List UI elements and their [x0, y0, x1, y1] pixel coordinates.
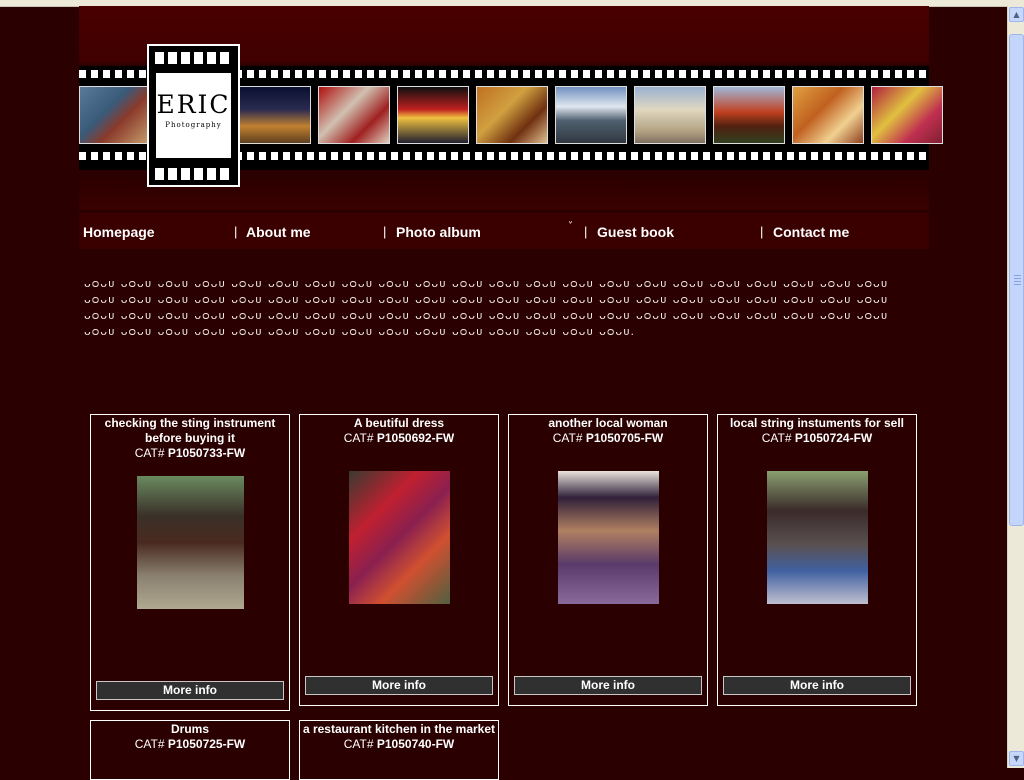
product-cat: CAT# P1050724-FW: [718, 431, 916, 446]
nav-about-me[interactable]: About me: [246, 224, 311, 240]
cat-number: P1050725-FW: [167, 737, 246, 751]
banner-photo-church: [634, 86, 706, 144]
product-card: Drums CAT# P1050725-FW: [90, 720, 290, 780]
more-info-button[interactable]: More info: [305, 676, 493, 695]
more-info-button[interactable]: More info: [96, 681, 284, 700]
banner-photo-prayer-wheels: [79, 86, 151, 144]
product-card: another local woman CAT# P1050705-FW Mor…: [508, 414, 708, 706]
banner-photo-city-lights: [397, 86, 469, 144]
cat-number: P1050692-FW: [376, 431, 455, 445]
cat-prefix: CAT#: [134, 737, 165, 751]
product-title: local string instuments for sell: [729, 416, 905, 430]
product-cat: CAT# P1050725-FW: [91, 737, 289, 752]
grip-line: [1014, 284, 1021, 285]
logo-film-holes-bottom: [155, 168, 232, 180]
product-photo[interactable]: [558, 471, 659, 604]
product-title: A beutiful dress: [353, 416, 445, 430]
scrollbar-thumb[interactable]: [1009, 34, 1024, 526]
product-cat: CAT# P1050692-FW: [300, 431, 498, 446]
nav-contact-me[interactable]: Contact me: [773, 224, 849, 240]
banner-photo-hands: [792, 86, 864, 144]
cat-number: P1050740-FW: [376, 737, 455, 751]
grip-line: [1014, 278, 1021, 279]
banner-photo-mountains: [555, 86, 627, 144]
site-logo[interactable]: Eric Photography: [147, 44, 240, 187]
nav-photo-album[interactable]: Photo album: [396, 224, 481, 240]
product-photo[interactable]: [137, 476, 244, 609]
cat-prefix: CAT#: [761, 431, 792, 445]
product-card: local string instuments for sell CAT# P1…: [717, 414, 917, 706]
nav-separator: |: [760, 224, 764, 239]
logo-name: Eric: [156, 90, 231, 119]
chevron-down-icon[interactable]: ˅: [568, 221, 573, 232]
product-title: a restaurant kitchen in the market: [302, 722, 496, 736]
product-photo[interactable]: [767, 471, 868, 604]
logo-film-holes-top: [155, 52, 232, 64]
more-info-button[interactable]: More info: [723, 676, 911, 695]
banner-photo-pagoda: [713, 86, 785, 144]
main-nav: Homepage | About me | Photo album ˅ | Gu…: [79, 213, 929, 249]
product-card: a restaurant kitchen in the market CAT# …: [299, 720, 499, 780]
site-header: Eric Photography: [79, 6, 943, 210]
intro-text: ᴗᴑᴗᴜ ᴗᴑᴗᴜ ᴗᴑᴗᴜ ᴗᴑᴗᴜ ᴗᴑᴗᴜ ᴗᴑᴗᴜ ᴗᴑᴗᴜ ᴗᴑᴗᴜ …: [84, 277, 889, 338]
grip-line: [1014, 281, 1021, 282]
cat-prefix: CAT#: [552, 431, 583, 445]
more-info-button[interactable]: More info: [514, 676, 702, 695]
cat-number: P1050733-FW: [167, 446, 246, 460]
nav-guest-book[interactable]: Guest book: [597, 224, 674, 240]
arrow-down-icon[interactable]: ▼: [1009, 751, 1024, 766]
cat-prefix: CAT#: [343, 431, 374, 445]
product-title: Drums: [170, 722, 209, 736]
product-title: checking the sting instrument before buy…: [104, 416, 276, 445]
cat-prefix: CAT#: [343, 737, 374, 751]
banner-photo-market-stall: [318, 86, 390, 144]
product-cat: CAT# P1050733-FW: [91, 446, 289, 461]
nav-homepage[interactable]: Homepage: [83, 224, 155, 240]
banner-photo-sadhus: [476, 86, 548, 144]
arrow-up-icon[interactable]: ▲: [1009, 7, 1024, 22]
logo-tagline: Photography: [165, 121, 222, 129]
product-photo[interactable]: [349, 471, 450, 604]
nav-separator: |: [383, 224, 387, 239]
grip-line: [1014, 275, 1021, 276]
product-card: checking the sting instrument before buy…: [90, 414, 290, 711]
logo-panel: Eric Photography: [156, 73, 231, 158]
product-card: A beutiful dress CAT# P1050692-FW More i…: [299, 414, 499, 706]
nav-separator: |: [234, 224, 238, 239]
cat-prefix: CAT#: [134, 446, 165, 460]
banner-photo-textiles: [871, 86, 943, 144]
cat-number: P1050705-FW: [585, 431, 664, 445]
vertical-scrollbar[interactable]: ▲ ▼: [1007, 6, 1024, 768]
product-title: another local woman: [548, 416, 668, 430]
product-cat: CAT# P1050705-FW: [509, 431, 707, 446]
product-cat: CAT# P1050740-FW: [300, 737, 498, 752]
nav-separator: |: [584, 224, 588, 239]
cat-number: P1050724-FW: [794, 431, 873, 445]
banner-photo-cathedral-night: [239, 86, 311, 144]
